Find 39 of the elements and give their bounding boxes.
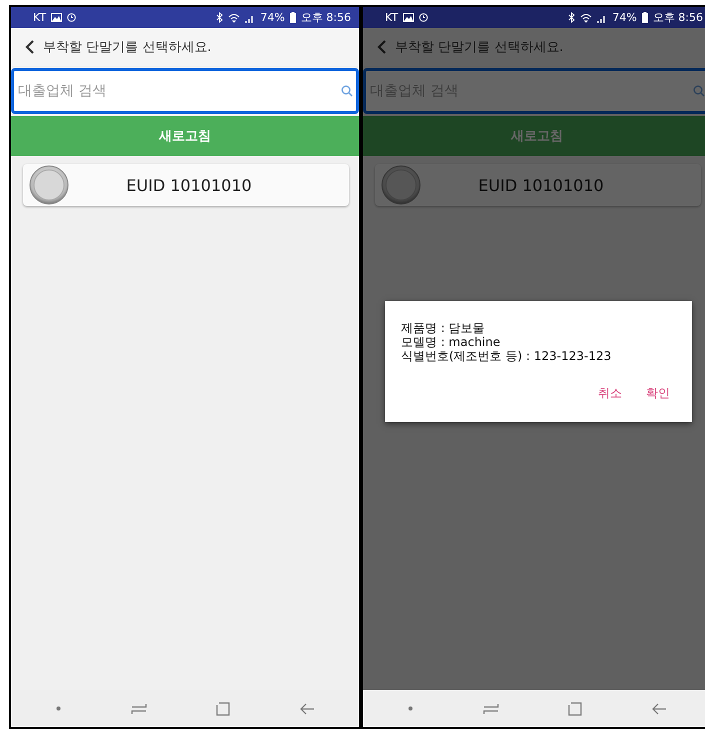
recents-icon[interactable] <box>482 702 499 714</box>
battery-icon <box>642 12 648 23</box>
dot-icon[interactable] <box>56 706 61 711</box>
battery-icon <box>290 12 296 23</box>
device-icon <box>29 165 69 205</box>
device-item[interactable]: EUID 10101010 <box>375 164 701 206</box>
time-label: 오후 8:56 <box>300 10 351 25</box>
back-icon[interactable] <box>25 40 35 54</box>
wifi-icon <box>228 12 240 22</box>
dialog-text: 제품명 : 담보물 <box>400 321 486 335</box>
image-icon <box>403 13 414 22</box>
wifi-icon <box>580 12 592 22</box>
recents-icon[interactable] <box>130 702 147 714</box>
clock-icon <box>419 13 428 22</box>
bluetooth-icon <box>568 12 576 23</box>
carrier-label: KT <box>385 11 398 24</box>
device-icon <box>381 165 421 205</box>
dot-icon[interactable] <box>408 706 413 711</box>
time-label: 오후 8:56 <box>652 10 703 25</box>
home-icon[interactable] <box>216 702 230 716</box>
search-field[interactable]: 대출업체 검색 <box>11 68 359 114</box>
clock-icon <box>67 13 76 22</box>
confirm-button[interactable]: 확인 <box>638 381 678 406</box>
battery-label: 74% <box>260 11 285 24</box>
image-icon <box>51 13 62 22</box>
page-title: 부착할 단말기를 선택하세요. <box>395 39 564 56</box>
search-icon[interactable] <box>341 85 353 97</box>
dialog-text: 모델명 : machine <box>400 335 502 349</box>
dialog-text: 식별번호(제조번호 등) : 123-123-123 <box>400 349 612 363</box>
device-item[interactable]: EUID 10101010 <box>23 164 349 206</box>
page-title: 부착할 단말기를 선택하세요. <box>43 39 212 56</box>
back-arrow-icon[interactable] <box>652 702 666 714</box>
refresh-button[interactable]: 새로고침 <box>11 116 359 156</box>
home-icon[interactable] <box>568 702 582 716</box>
bluetooth-icon <box>216 12 224 23</box>
cancel-button[interactable]: 취소 <box>590 381 630 406</box>
back-arrow-icon[interactable] <box>300 702 314 714</box>
battery-label: 74% <box>612 11 637 24</box>
carrier-label: KT <box>33 11 46 24</box>
